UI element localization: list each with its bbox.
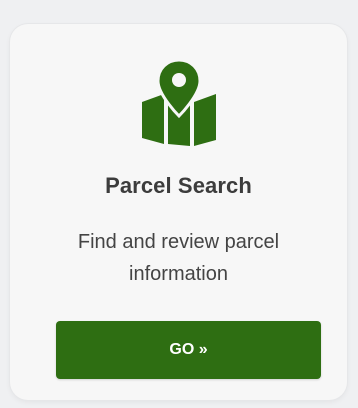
- go-button[interactable]: GO »: [56, 321, 321, 379]
- map-pin-icon: [138, 58, 220, 146]
- card-title: Parcel Search: [105, 173, 252, 198]
- card-description: Find and review parcel information: [77, 231, 280, 285]
- parcel-search-card: Parcel Search Find and review parcel inf…: [10, 24, 347, 400]
